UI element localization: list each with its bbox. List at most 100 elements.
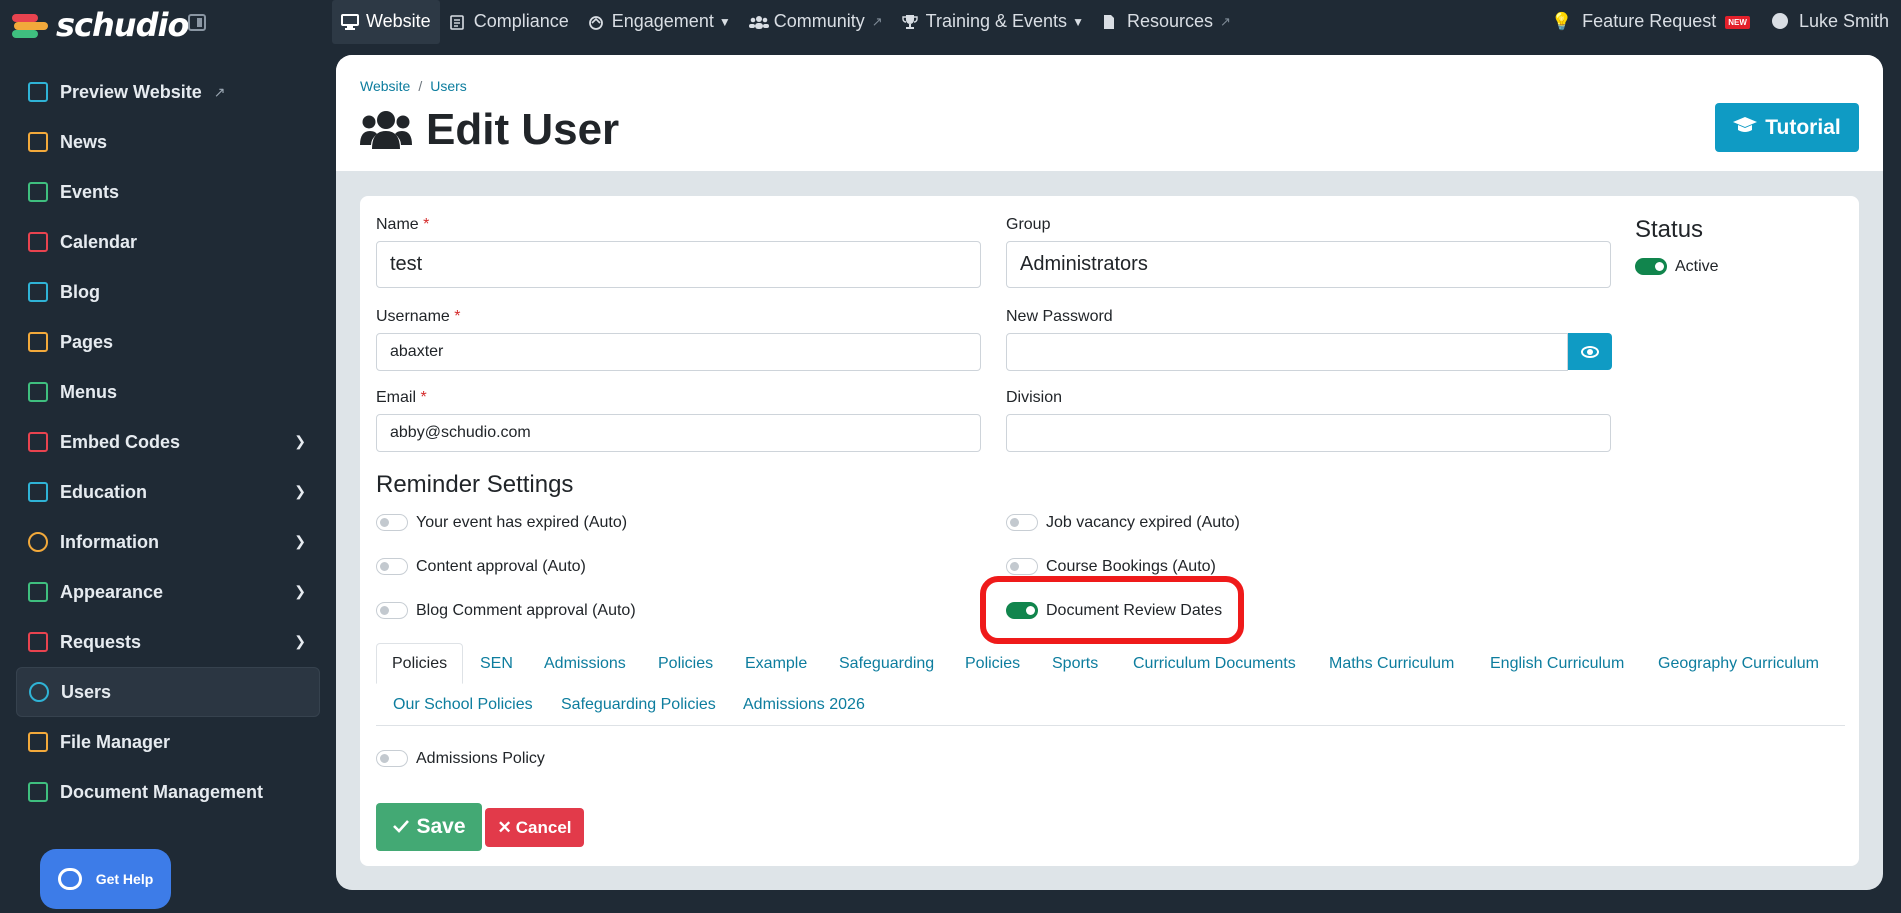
breadcrumb-users[interactable]: Users (430, 78, 467, 94)
topnav-website[interactable]: Website (332, 0, 440, 44)
save-label: Save (416, 815, 466, 838)
tab-maths-curriculum[interactable]: Maths Curriculum (1329, 655, 1454, 673)
show-password-button[interactable] (1568, 333, 1612, 370)
topnav-label: Resources (1126, 11, 1213, 31)
name-input[interactable]: test (376, 241, 981, 288)
topnav-training-events[interactable]: Training & Events ▼ (892, 0, 1093, 43)
new-password-input[interactable] (1006, 333, 1568, 371)
sidebar-item-label: News (60, 131, 108, 152)
tab-our-school-policies[interactable]: Our School Policies (393, 696, 533, 714)
breadcrumb-separator: / (418, 78, 423, 94)
tab-curriculum-documents[interactable]: Curriculum Documents (1133, 655, 1296, 673)
division-label: Division (1006, 389, 1063, 406)
feature-request-label: Feature Request (1582, 11, 1717, 31)
pages-icon (28, 332, 48, 352)
top-nav: Website Compliance Engagement ▼ Communit… (332, 0, 1240, 44)
sidebar-item-requests[interactable]: Requests ❯ (16, 617, 320, 667)
status-title: Status (1635, 216, 1704, 243)
sidebar-item-label: Appearance (60, 581, 164, 602)
sidebar-item-preview-website[interactable]: Preview Website ↗ (16, 67, 320, 117)
chevron-down-icon: ▼ (718, 14, 731, 29)
username-input[interactable]: abaxter (376, 333, 981, 371)
division-input[interactable] (1006, 414, 1611, 452)
tab-sports[interactable]: Sports (1052, 655, 1098, 673)
sidebar-item-file-manager[interactable]: File Manager (16, 717, 320, 767)
tab-sen[interactable]: SEN (480, 655, 513, 673)
sidebar-item-label: Information (60, 531, 159, 552)
tab-policies[interactable]: Policies (376, 643, 464, 684)
page-header: Website / Users Edit User Tutorial (336, 55, 1883, 171)
appearance-icon (28, 582, 48, 602)
document-icon (28, 782, 48, 802)
username-label: Username * (376, 308, 461, 325)
topnav-label: Compliance (473, 11, 569, 31)
tab-english-curriculum[interactable]: English Curriculum (1490, 655, 1624, 673)
code-icon (28, 432, 48, 452)
feature-request-link[interactable]: 💡 Feature Request NEW (1551, 11, 1750, 32)
reminder-toggle-event-expired[interactable] (376, 514, 408, 531)
topnav-compliance[interactable]: Compliance (440, 0, 578, 43)
topnav-engagement[interactable]: Engagement ▼ (578, 0, 740, 43)
breadcrumb-website[interactable]: Website (360, 78, 410, 94)
chevron-right-icon: ❯ (294, 483, 306, 499)
sidebar-item-label: Events (60, 181, 120, 202)
sidebar-item-appearance[interactable]: Appearance ❯ (16, 567, 320, 617)
sidebar-item-calendar[interactable]: Calendar (16, 217, 320, 267)
user-name: Luke Smith (1798, 11, 1889, 31)
external-link-icon: ↗ (1220, 13, 1231, 29)
cancel-button[interactable]: ✕ Cancel (485, 808, 584, 847)
sidebar-item-label: Pages (60, 331, 114, 352)
policy-toggle-admissions[interactable] (376, 750, 408, 767)
status-toggle[interactable] (1635, 258, 1667, 275)
tab-safeguarding[interactable]: Safeguarding (839, 655, 934, 673)
save-button[interactable]: Save (376, 803, 482, 851)
sidebar-item-users[interactable]: Users (16, 667, 320, 717)
topnav-community[interactable]: Community ↗ (740, 0, 892, 43)
reminder-toggle-blog-comment[interactable] (376, 602, 408, 619)
page-title: Edit User (360, 105, 619, 155)
new-password-label: New Password (1006, 308, 1113, 325)
sidebar: Preview Website ↗ News Events Calendar B… (0, 43, 335, 913)
tab-geography-curriculum[interactable]: Geography Curriculum (1658, 655, 1819, 673)
tab-admissions-2026[interactable]: Admissions 2026 (743, 696, 865, 714)
tab-safeguarding-policies[interactable]: Safeguarding Policies (561, 696, 716, 714)
reminder-toggle-course-bookings[interactable] (1006, 558, 1038, 575)
sidebar-item-label: Requests (60, 631, 142, 652)
sidebar-item-document-management[interactable]: Document Management (16, 767, 320, 817)
sidebar-item-blog[interactable]: Blog (16, 267, 320, 317)
email-input[interactable]: abby@schudio.com (376, 414, 981, 452)
status-label: Active (1675, 258, 1719, 275)
sidebar-item-education[interactable]: Education ❯ (16, 467, 320, 517)
sidebar-item-news[interactable]: News (16, 117, 320, 167)
sidebar-item-label: File Manager (60, 731, 171, 752)
get-help-button[interactable]: Get Help (40, 849, 171, 909)
reminder-settings-title: Reminder Settings (376, 471, 574, 498)
brand-logo[interactable]: schudio (12, 6, 189, 44)
monitor-icon (341, 13, 359, 30)
email-label: Email * (376, 389, 427, 406)
user-circle-icon (1771, 13, 1788, 29)
sidebar-item-events[interactable]: Events (16, 167, 320, 217)
sidebar-item-pages[interactable]: Pages (16, 317, 320, 367)
chevron-right-icon: ❯ (294, 583, 306, 599)
group-select[interactable]: Administrators (1006, 241, 1611, 288)
reminder-toggle-job-vacancy[interactable] (1006, 514, 1038, 531)
page-title-text: Edit User (426, 105, 620, 154)
tab-policies-3[interactable]: Policies (965, 655, 1020, 673)
calendar-icon (28, 232, 48, 252)
sidebar-collapse-icon[interactable] (188, 14, 206, 31)
sidebar-item-menus[interactable]: Menus (16, 367, 320, 417)
user-menu[interactable]: Luke Smith (1771, 11, 1889, 32)
tab-policies-2[interactable]: Policies (658, 655, 713, 673)
sidebar-item-embed-codes[interactable]: Embed Codes ❯ (16, 417, 320, 467)
menus-icon (28, 382, 48, 402)
topnav-resources[interactable]: Resources ↗ (1093, 0, 1240, 43)
tutorial-label: Tutorial (1765, 115, 1841, 139)
users-icon (360, 109, 412, 151)
tutorial-button[interactable]: Tutorial (1715, 103, 1859, 152)
chevron-right-icon: ❯ (294, 433, 306, 449)
reminder-toggle-content-approval[interactable] (376, 558, 408, 575)
sidebar-item-information[interactable]: Information ❯ (16, 517, 320, 567)
tab-admissions[interactable]: Admissions (544, 655, 626, 673)
tab-example[interactable]: Example (745, 655, 807, 673)
